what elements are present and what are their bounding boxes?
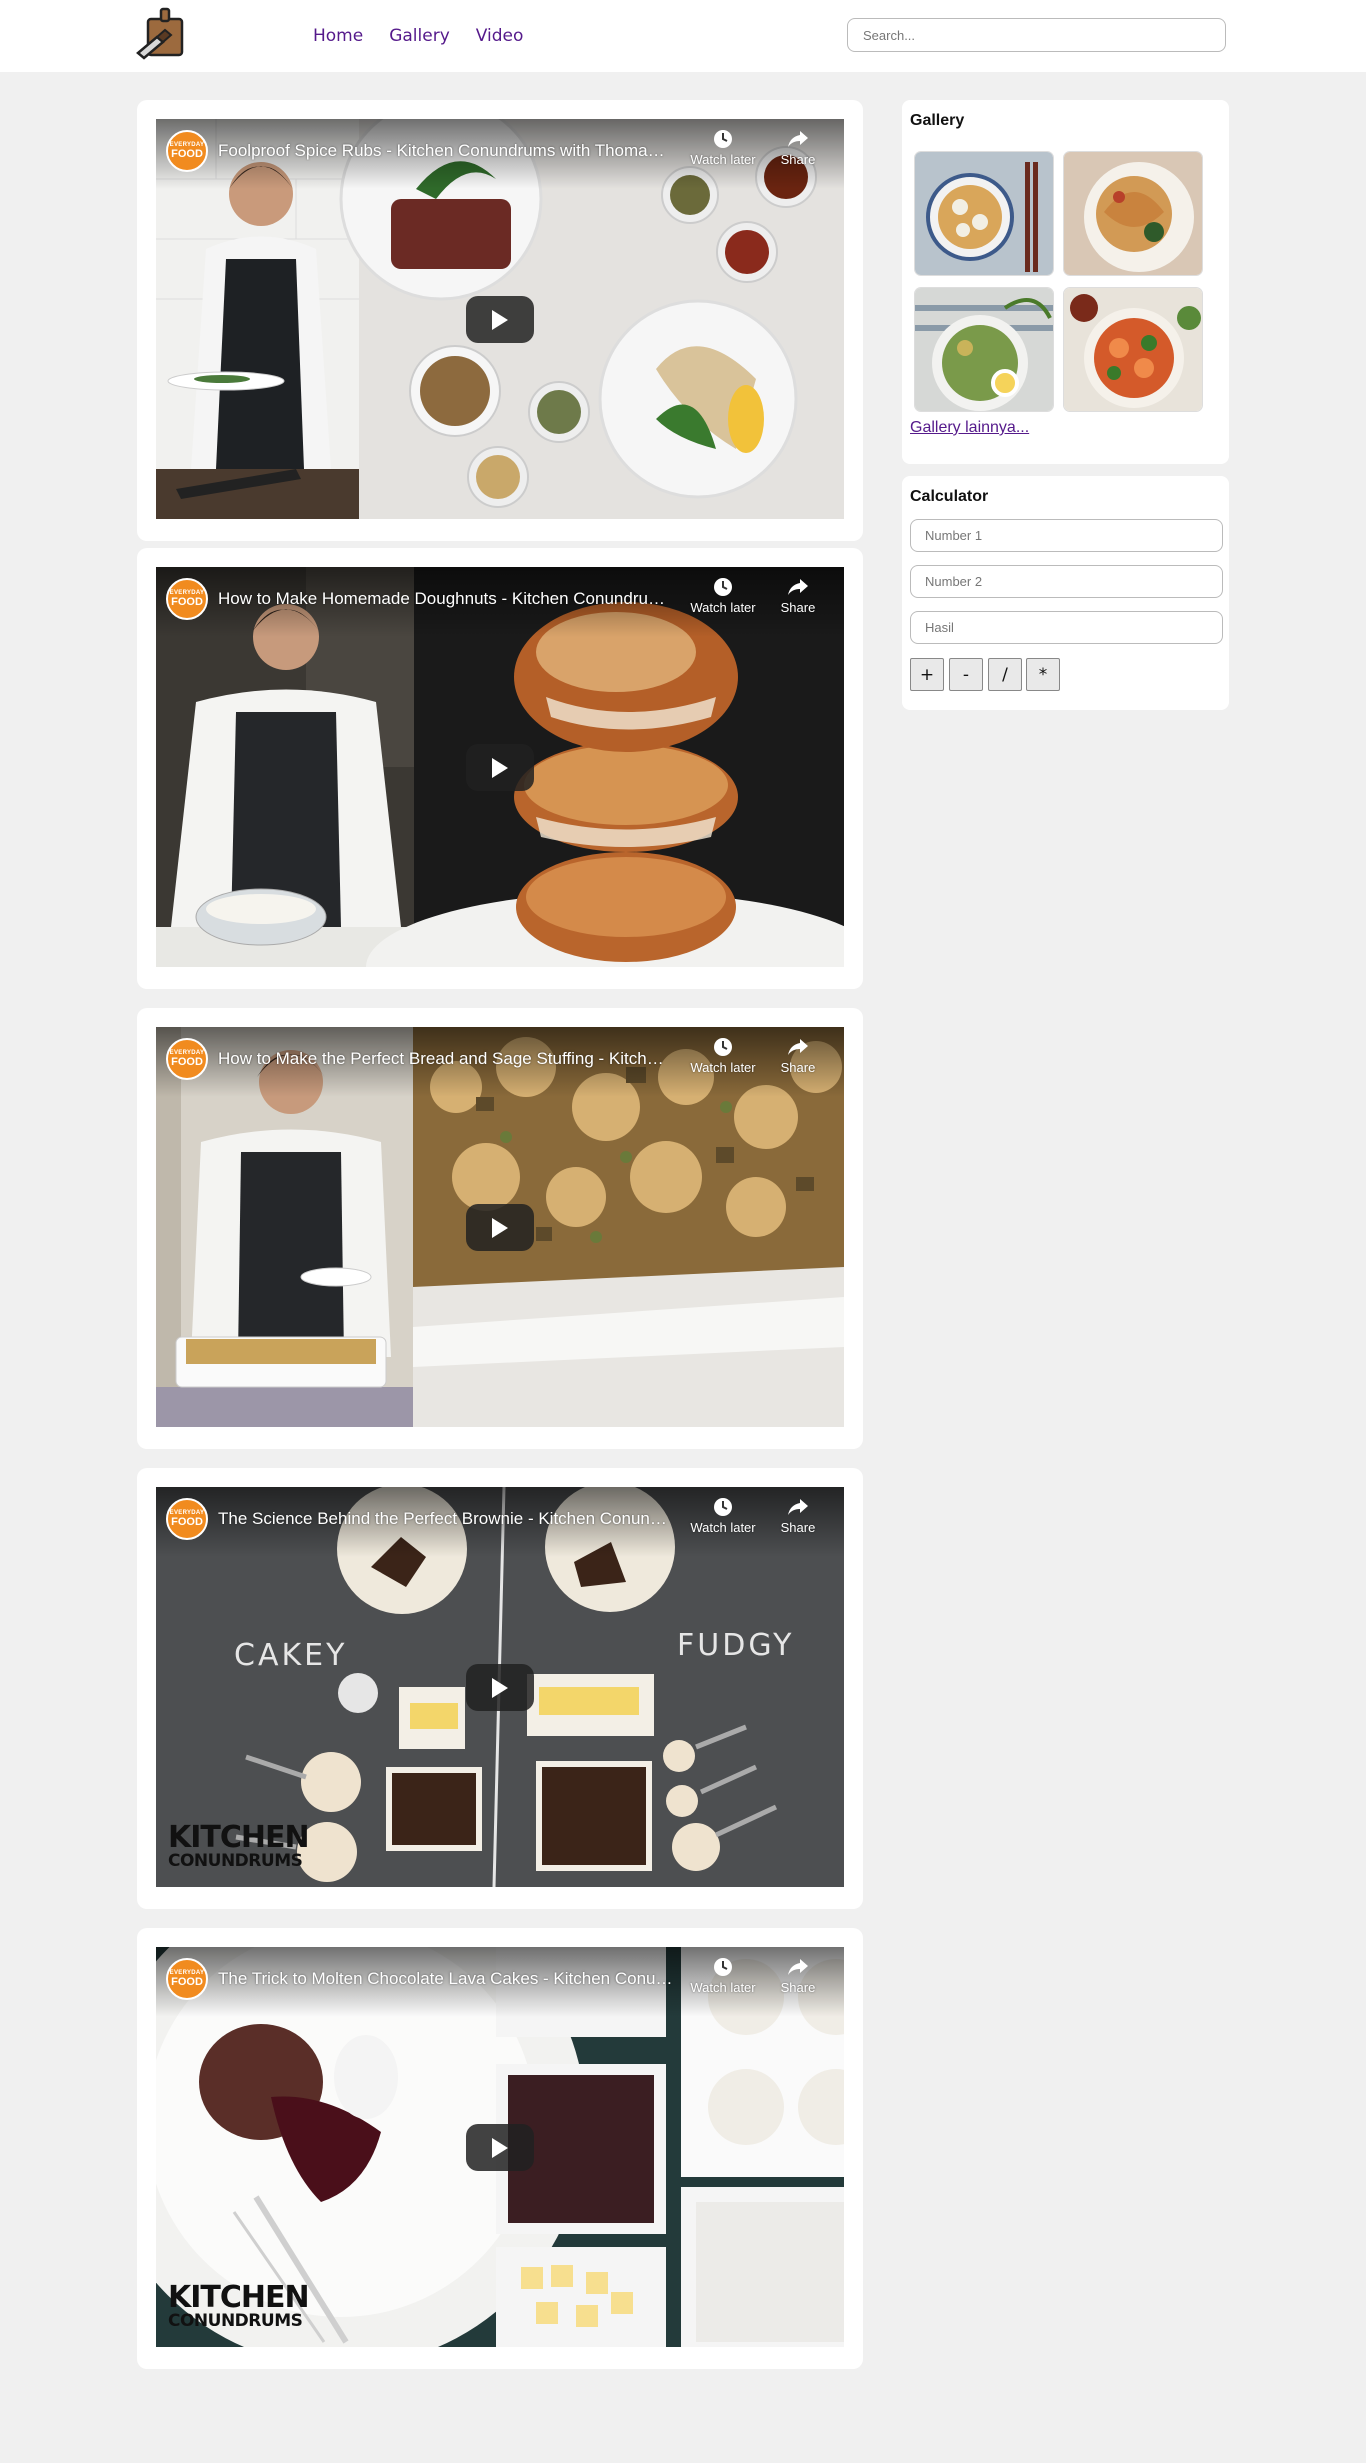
channel-avatar[interactable]: EVERYDAY FOOD bbox=[166, 1038, 208, 1080]
play-icon bbox=[492, 2138, 508, 2158]
video-embed[interactable]: EVERYDAY FOOD How to Make the Perfect Bre… bbox=[156, 1027, 844, 1427]
watch-later-button[interactable]: Watch later bbox=[676, 1957, 770, 1995]
watch-later-button[interactable]: Watch later bbox=[676, 129, 770, 167]
share-arrow-icon bbox=[788, 1039, 808, 1055]
play-button[interactable] bbox=[466, 1664, 534, 1711]
watch-later-button[interactable]: Watch later bbox=[676, 577, 770, 615]
gallery-image bbox=[915, 288, 1053, 411]
gallery-thumb-shrimp[interactable] bbox=[1063, 287, 1203, 412]
watch-later-button[interactable]: Watch later bbox=[676, 1497, 770, 1535]
play-icon bbox=[492, 1218, 508, 1238]
play-button[interactable] bbox=[466, 2124, 534, 2171]
nav-video-link[interactable]: Video bbox=[476, 26, 524, 46]
share-button[interactable]: Share bbox=[773, 1497, 823, 1535]
multiply-button[interactable]: * bbox=[1026, 658, 1060, 691]
gallery-thumb-pasta[interactable] bbox=[1063, 151, 1203, 276]
play-icon bbox=[492, 1678, 508, 1698]
number2-input[interactable] bbox=[910, 565, 1223, 598]
video-embed[interactable]: EVERYDAY FOOD How to Make Homemade Doughn… bbox=[156, 567, 844, 967]
video-title[interactable]: The Trick to Molten Chocolate Lava Cakes… bbox=[218, 1969, 673, 1989]
subtract-button[interactable]: - bbox=[949, 658, 983, 691]
clock-icon bbox=[714, 578, 732, 596]
gallery-image bbox=[1064, 152, 1202, 275]
calculator-heading: Calculator bbox=[910, 488, 989, 505]
kitchen-conundrums-brand: KITCHEN CONUNDRUMS bbox=[168, 1820, 310, 1871]
svg-text:CAKEY: CAKEY bbox=[234, 1638, 347, 1673]
channel-avatar[interactable]: EVERYDAY FOOD bbox=[166, 1498, 208, 1540]
channel-avatar[interactable]: EVERYDAY FOOD bbox=[166, 578, 208, 620]
add-button[interactable]: + bbox=[910, 658, 944, 691]
play-icon bbox=[492, 758, 508, 778]
channel-avatar[interactable]: EVERYDAY FOOD bbox=[166, 130, 208, 172]
gallery-panel: Gallery Gallery lainnya... bbox=[902, 100, 1229, 464]
play-button[interactable] bbox=[466, 744, 534, 791]
video-title[interactable]: Foolproof Spice Rubs - Kitchen Conundrum… bbox=[218, 141, 673, 161]
gallery-more-link[interactable]: Gallery lainnya... bbox=[910, 419, 1029, 437]
video-title[interactable]: How to Make Homemade Doughnuts - Kitchen… bbox=[218, 589, 673, 609]
video-card: CAKEY FUDGY KITCHEN CONUNDRUMS EVERYDAY FO… bbox=[137, 1468, 863, 1909]
clock-icon bbox=[714, 1498, 732, 1516]
number1-input[interactable] bbox=[910, 519, 1223, 552]
result-input[interactable] bbox=[910, 611, 1223, 644]
top-navbar: Home Gallery Video bbox=[0, 0, 1366, 72]
gallery-thumb-soup[interactable] bbox=[914, 151, 1054, 276]
video-embed[interactable]: CAKEY FUDGY KITCHEN CONUNDRUMS EVERYDAY FO… bbox=[156, 1487, 844, 1887]
clock-icon bbox=[714, 1038, 732, 1056]
share-arrow-icon bbox=[788, 1959, 808, 1975]
divide-button[interactable]: / bbox=[988, 658, 1022, 691]
share-button[interactable]: Share bbox=[773, 1037, 823, 1075]
share-arrow-icon bbox=[788, 131, 808, 147]
video-embed[interactable]: KITCHEN CONUNDRUMS EVERYDAY FOOD The Trick… bbox=[156, 1947, 844, 2347]
nav-gallery-link[interactable]: Gallery bbox=[389, 26, 450, 46]
clock-icon bbox=[714, 1958, 732, 1976]
video-card: EVERYDAY FOOD Foolproof Spice Rubs - Kitc… bbox=[137, 100, 863, 541]
watch-later-button[interactable]: Watch later bbox=[676, 1037, 770, 1075]
video-card: KITCHEN CONUNDRUMS EVERYDAY FOOD The Trick… bbox=[137, 1928, 863, 2369]
video-embed[interactable]: EVERYDAY FOOD Foolproof Spice Rubs - Kitc… bbox=[156, 119, 844, 519]
share-button[interactable]: Share bbox=[773, 129, 823, 167]
gallery-image bbox=[915, 152, 1053, 275]
calculator-panel: Calculator + - / * bbox=[902, 476, 1229, 710]
share-button[interactable]: Share bbox=[773, 577, 823, 615]
cutting-board-logo-icon[interactable] bbox=[135, 7, 189, 61]
main-nav: Home Gallery Video bbox=[313, 26, 523, 46]
video-card: EVERYDAY FOOD How to Make the Perfect Bre… bbox=[137, 1008, 863, 1449]
channel-avatar[interactable]: EVERYDAY FOOD bbox=[166, 1958, 208, 2000]
share-arrow-icon bbox=[788, 1499, 808, 1515]
play-icon bbox=[492, 310, 508, 330]
play-button[interactable] bbox=[466, 1204, 534, 1251]
gallery-image bbox=[1064, 288, 1202, 411]
kitchen-conundrums-brand: KITCHEN CONUNDRUMS bbox=[168, 2280, 310, 2331]
video-title[interactable]: The Science Behind the Perfect Brownie -… bbox=[218, 1509, 673, 1529]
search-input[interactable] bbox=[847, 18, 1226, 52]
share-arrow-icon bbox=[788, 579, 808, 595]
gallery-thumb-salad[interactable] bbox=[914, 287, 1054, 412]
clock-icon bbox=[714, 130, 732, 148]
gallery-heading: Gallery bbox=[910, 112, 965, 129]
share-button[interactable]: Share bbox=[773, 1957, 823, 1995]
video-card: EVERYDAY FOOD How to Make Homemade Doughn… bbox=[137, 548, 863, 989]
nav-home-link[interactable]: Home bbox=[313, 26, 363, 46]
svg-text:FUDGY: FUDGY bbox=[677, 1628, 794, 1663]
video-title[interactable]: How to Make the Perfect Bread and Sage S… bbox=[218, 1049, 673, 1069]
play-button[interactable] bbox=[466, 296, 534, 343]
